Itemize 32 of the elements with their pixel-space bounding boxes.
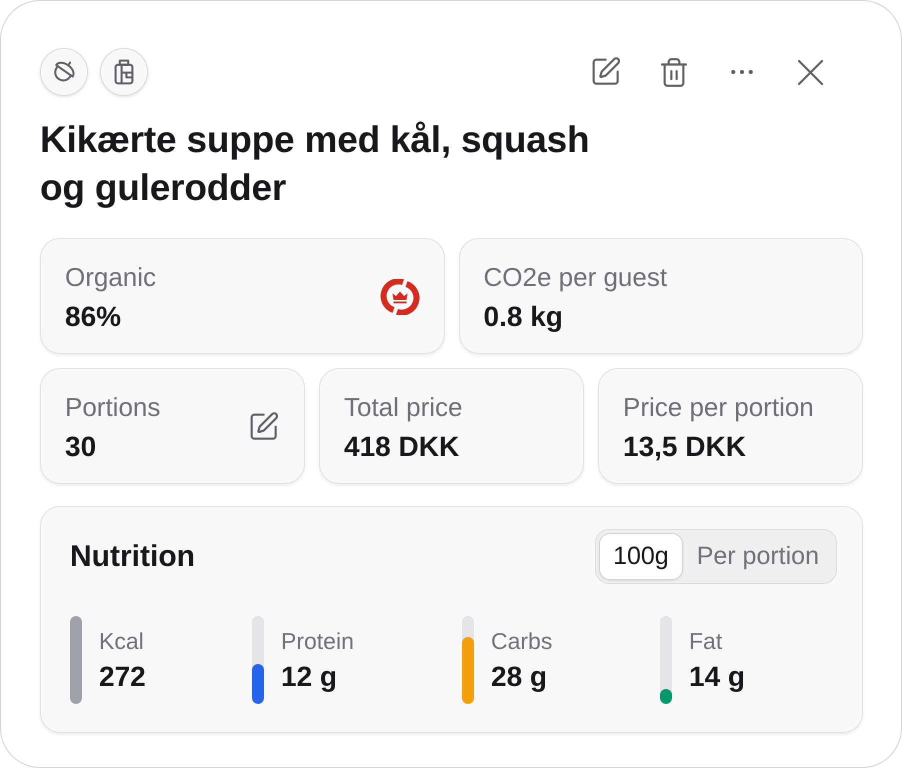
nutrient-value: 12 g	[281, 660, 338, 694]
nutrient-label: Protein	[281, 627, 354, 656]
more-icon[interactable]	[731, 70, 753, 74]
unit-tab[interactable]: Per portion	[682, 533, 833, 580]
section-title: Nutrition	[70, 538, 195, 574]
stat-value: 0.8 kg	[484, 300, 564, 334]
close-icon[interactable]	[798, 60, 822, 84]
acorn-icon	[52, 60, 76, 84]
jar-button[interactable]	[100, 48, 148, 96]
jar-icon	[112, 60, 136, 84]
nutrient-label: Kcal	[99, 627, 145, 656]
nutrient-value: 272	[99, 660, 146, 694]
stat-value: 86%	[65, 300, 122, 334]
edit-icon[interactable]	[251, 414, 277, 440]
stat-label: CO2e per guest	[484, 261, 668, 294]
stat-label: Organic	[65, 261, 156, 294]
unit-tab[interactable]: 100g	[599, 533, 683, 580]
stat-label: Portions	[65, 391, 160, 424]
nutrient-value: 28 g	[491, 660, 548, 694]
edit-icon[interactable]	[593, 59, 619, 85]
recipe-title: Kikærte suppe med kål, squash og gulerodder	[40, 118, 590, 210]
stat-value: 30	[65, 430, 98, 464]
stat-label: Price per portion	[623, 391, 814, 424]
nutrient-label: Fat	[689, 627, 724, 656]
nutrient-label: Carbs	[491, 627, 552, 656]
stat-label: Total price	[344, 391, 462, 424]
stat-value: 418 DKK	[344, 430, 460, 464]
stat-value: 13,5 DKK	[623, 430, 747, 464]
crown-emblem-icon	[380, 279, 420, 315]
acorn-button[interactable]	[40, 48, 88, 96]
nutrient-value: 14 g	[689, 660, 746, 694]
delete-icon[interactable]	[662, 58, 686, 86]
